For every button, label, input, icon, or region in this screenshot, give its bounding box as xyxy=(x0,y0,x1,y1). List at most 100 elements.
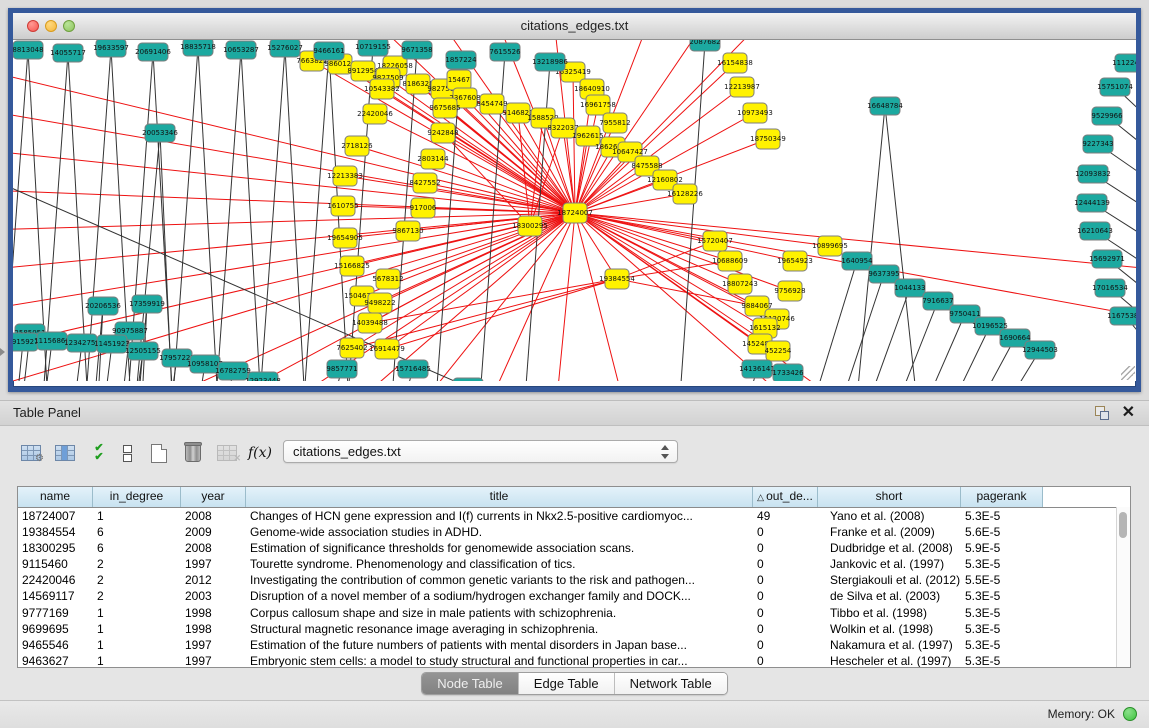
row-height-icon[interactable] xyxy=(114,440,140,466)
graph-node[interactable]: 16128226 xyxy=(667,184,703,204)
graph-node[interactable]: 9756928 xyxy=(774,281,805,301)
graph-edge[interactable] xyxy=(617,241,715,279)
memory-ok-indicator[interactable] xyxy=(1123,707,1137,721)
graph-node[interactable]: 5678312 xyxy=(372,269,403,289)
graph-edge[interactable] xyxy=(473,213,575,381)
graph-edge[interactable] xyxy=(285,48,307,381)
graph-node[interactable]: 14136141 xyxy=(739,360,775,378)
graph-node[interactable]: 17016534 xyxy=(1092,279,1128,297)
table-row[interactable]: 1830029562008Estimation of significance … xyxy=(18,540,1130,556)
graph-node[interactable]: 9466161 xyxy=(313,42,344,60)
column-header-name[interactable]: name xyxy=(18,487,93,507)
graph-node[interactable]: 2803144 xyxy=(417,149,449,169)
graph-node[interactable]: 2087682 xyxy=(689,40,720,51)
table-row[interactable]: 969969511998Structural magnetic resonanc… xyxy=(18,621,1130,637)
graph-node[interactable]: 12213383 xyxy=(327,166,363,186)
delete-entries-icon[interactable] xyxy=(180,440,206,466)
node-table[interactable]: namein_degreeyeartitle△out_de...shortpag… xyxy=(17,486,1131,668)
graph-node[interactable]: 9671358 xyxy=(401,41,432,59)
graph-node[interactable]: 15720407 xyxy=(697,231,733,251)
graph-node[interactable]: 15692971 xyxy=(1089,250,1125,268)
graph-node[interactable]: 9867130 xyxy=(392,221,423,241)
graph-node[interactable]: 12213987 xyxy=(724,77,760,97)
graph-node[interactable]: 1610755 xyxy=(327,196,358,216)
show-columns-icon[interactable] xyxy=(52,440,78,466)
tab-network-table[interactable]: Network Table xyxy=(615,673,727,694)
graph-node[interactable]: 19654905 xyxy=(327,228,363,248)
graph-node[interactable]: 16648784 xyxy=(867,97,903,115)
graph-node[interactable]: 19633597 xyxy=(93,40,129,57)
resize-grip[interactable] xyxy=(1121,366,1135,380)
graph-node[interactable]: 17359919 xyxy=(129,295,165,313)
graph-node[interactable]: 22420046 xyxy=(357,104,393,124)
table-row[interactable]: 1456911722003Disruption of a novel membe… xyxy=(18,588,1130,604)
graph-node[interactable]: 10994550 xyxy=(450,378,486,381)
graph-node[interactable]: 7916637 xyxy=(922,292,953,310)
column-header-year[interactable]: year xyxy=(181,487,246,507)
graph-node[interactable]: 7955812 xyxy=(599,113,630,133)
graph-node[interactable]: 10688609 xyxy=(712,251,748,271)
float-panel-icon[interactable] xyxy=(1095,406,1109,420)
graph-node[interactable]: 9227343 xyxy=(1082,135,1113,153)
graph-node[interactable]: 15716485 xyxy=(395,360,431,378)
graph-node[interactable]: 15276027 xyxy=(267,40,303,57)
network-view-window[interactable]: citations_edges.txt 18724007766382298601… xyxy=(8,8,1141,392)
graph-edge[interactable] xyxy=(257,48,285,381)
graph-node[interactable]: 1733426 xyxy=(772,364,804,381)
new-table-icon[interactable] xyxy=(146,440,172,466)
graph-node[interactable]: 13218986 xyxy=(532,53,568,71)
graph-node[interactable]: 12505155 xyxy=(125,342,161,360)
graph-node[interactable]: 19654923 xyxy=(777,251,813,271)
close-panel-icon[interactable]: ✕ xyxy=(1122,403,1135,423)
select-all-icon[interactable]: ✔✔ xyxy=(86,440,112,466)
graph-node[interactable]: 1857224 xyxy=(445,51,477,69)
graph-node[interactable]: 452254 xyxy=(765,341,792,361)
graph-node[interactable]: 20206536 xyxy=(85,297,121,315)
panel-collapse-arrow-icon[interactable] xyxy=(0,348,5,356)
table-scrollbar[interactable] xyxy=(1116,507,1130,667)
graph-edge[interactable] xyxy=(213,50,241,381)
graph-node[interactable]: 12093832 xyxy=(1075,165,1111,183)
graph-node[interactable]: 19384554 xyxy=(599,269,635,289)
graph-edge[interactable] xyxy=(241,50,263,381)
graph-node[interactable]: 12944503 xyxy=(1022,341,1058,359)
graph-edge[interactable] xyxy=(198,47,220,381)
graph-node[interactable]: 8813048 xyxy=(13,41,44,59)
graph-node[interactable]: 9637395 xyxy=(868,265,899,283)
column-header-title[interactable]: title xyxy=(246,487,753,507)
column-header-in-degree[interactable]: in_degree xyxy=(93,487,181,507)
graph-node[interactable]: 20691406 xyxy=(135,43,171,61)
graph-node[interactable]: 20053346 xyxy=(142,124,178,142)
graph-node[interactable]: 9242848 xyxy=(427,123,458,143)
column-header-short[interactable]: short xyxy=(818,487,961,507)
graph-node[interactable]: 16154838 xyxy=(717,53,753,73)
graph-node[interactable]: 1044133 xyxy=(894,279,925,297)
graph-edge[interactable] xyxy=(13,70,575,213)
graph-node[interactable]: 2718126 xyxy=(341,136,373,156)
graph-node[interactable]: 11122445 xyxy=(1112,54,1136,72)
graph-node[interactable]: 917006 xyxy=(410,198,437,218)
table-settings-icon[interactable]: ⚙ xyxy=(18,440,44,466)
graph-edge[interactable] xyxy=(301,51,329,381)
graph-node[interactable]: 8427552 xyxy=(409,173,440,193)
table-row[interactable]: 2242004622012Investigating the contribut… xyxy=(18,572,1130,588)
graph-node[interactable]: 12444139 xyxy=(1074,194,1110,212)
scrollbar-thumb[interactable] xyxy=(1119,512,1127,538)
graph-edge[interactable] xyxy=(677,42,705,381)
graph-edge[interactable] xyxy=(829,274,884,381)
graph-node[interactable]: 15751074 xyxy=(1097,78,1133,96)
graph-node[interactable]: 9675685 xyxy=(429,98,460,118)
graph-node[interactable]: 12923448 xyxy=(245,372,281,381)
graph-node[interactable]: 10653287 xyxy=(223,41,259,59)
tab-edge-table[interactable]: Edge Table xyxy=(519,673,615,694)
table-row[interactable]: 946554611997Estimation of the future num… xyxy=(18,637,1130,653)
graph-node[interactable]: 11675389 xyxy=(1107,307,1136,325)
table-row[interactable]: 1938455462009Genome-wide association stu… xyxy=(18,524,1130,540)
table-panel-header[interactable]: Table Panel ✕ xyxy=(0,400,1149,426)
table-row[interactable]: 977716911998Corpus callosum shape and si… xyxy=(18,605,1130,621)
graph-node[interactable]: 18750349 xyxy=(750,129,786,149)
window-titlebar[interactable]: citations_edges.txt xyxy=(13,13,1136,40)
tab-node-table[interactable]: Node Table xyxy=(422,673,519,694)
network-graph[interactable]: 1872400776638229860124891295418226058982… xyxy=(13,40,1136,381)
function-builder-icon[interactable]: f(x) xyxy=(247,440,273,466)
